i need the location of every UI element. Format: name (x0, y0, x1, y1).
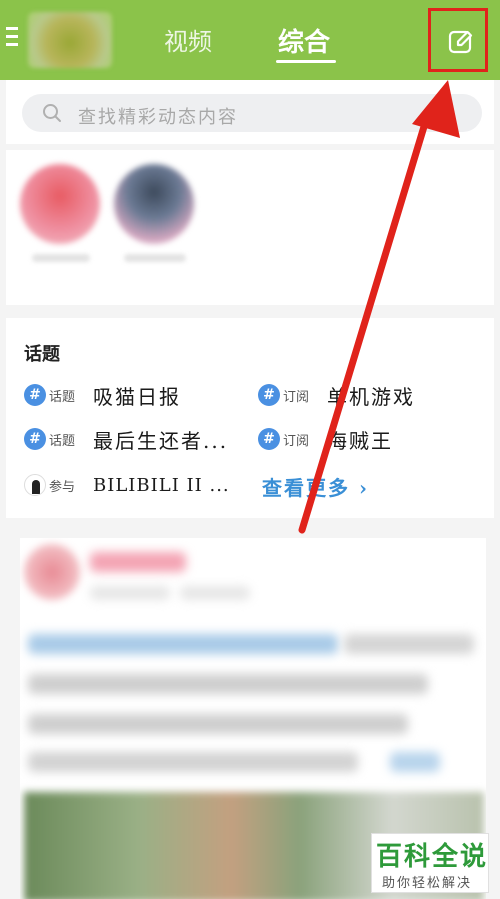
watermark-slogan: 助你轻松解决 (382, 876, 473, 891)
topics-card: 话题 # 话题 吸猫日报 # 订阅 单机游戏 # 话题 最后生还者... # 订… (6, 318, 494, 518)
watermark: 百科全说 助你轻松解决 (371, 833, 489, 893)
topics-title: 话题 (24, 344, 60, 365)
post-link[interactable] (390, 752, 440, 772)
search-icon (43, 104, 61, 122)
topic-name: 海贼王 (327, 428, 393, 453)
post-text-line (28, 714, 408, 734)
post-text-line (344, 634, 474, 654)
compose-button[interactable] (428, 8, 488, 72)
topic-name: 单机游戏 (327, 384, 415, 409)
topic-item[interactable]: # 订阅 单机游戏 (258, 380, 415, 410)
topic-item[interactable]: 参与 BILIBILI II ... (24, 470, 230, 500)
topic-tag: 参与 (49, 479, 76, 495)
active-tab-indicator (276, 60, 336, 63)
post-text-line (28, 674, 428, 694)
topic-tag: 话题 (49, 433, 76, 449)
topic-name: BILIBILI II ... (93, 474, 230, 496)
hash-icon: # (24, 428, 46, 450)
post-time (90, 586, 170, 600)
post-author-avatar[interactable] (24, 544, 80, 600)
topic-name: 最后生还者... (93, 428, 229, 453)
topic-tag: 订阅 (283, 433, 310, 449)
edit-icon (448, 30, 473, 54)
post-text-line (28, 752, 358, 772)
user-avatar[interactable] (28, 12, 112, 68)
topic-tag: 话题 (49, 389, 76, 405)
search-input[interactable]: 查找精彩动态内容 (22, 94, 482, 132)
following-list (6, 150, 494, 305)
menu-icon[interactable] (6, 27, 18, 47)
hash-icon: # (258, 384, 280, 406)
search-placeholder: 查找精彩动态内容 (78, 107, 238, 128)
hash-icon: # (258, 428, 280, 450)
see-more-link[interactable]: 查看更多 › (262, 472, 369, 501)
follow-name (124, 254, 186, 262)
follow-name (32, 254, 90, 262)
topic-item[interactable]: # 话题 最后生还者... (24, 424, 228, 454)
hash-icon: # (24, 384, 46, 406)
tab-video[interactable]: 视频 (164, 22, 212, 57)
follow-avatar[interactable] (114, 164, 194, 244)
participant-icon (24, 474, 46, 496)
post-text-line (28, 634, 338, 654)
follow-avatar[interactable] (20, 164, 100, 244)
search-bar: 查找精彩动态内容 (6, 80, 494, 144)
topic-name: 吸猫日报 (93, 384, 181, 409)
tab-comprehensive[interactable]: 综合 (278, 22, 330, 59)
top-bar: 视频 综合 (0, 0, 500, 80)
topic-item[interactable]: # 订阅 海贼王 (258, 424, 393, 454)
post-time (180, 586, 250, 600)
watermark-logo: 百科全说 (376, 842, 489, 872)
topic-tag: 订阅 (283, 389, 310, 405)
post-author-name[interactable] (90, 552, 186, 572)
topic-item[interactable]: # 话题 吸猫日报 (24, 380, 181, 410)
